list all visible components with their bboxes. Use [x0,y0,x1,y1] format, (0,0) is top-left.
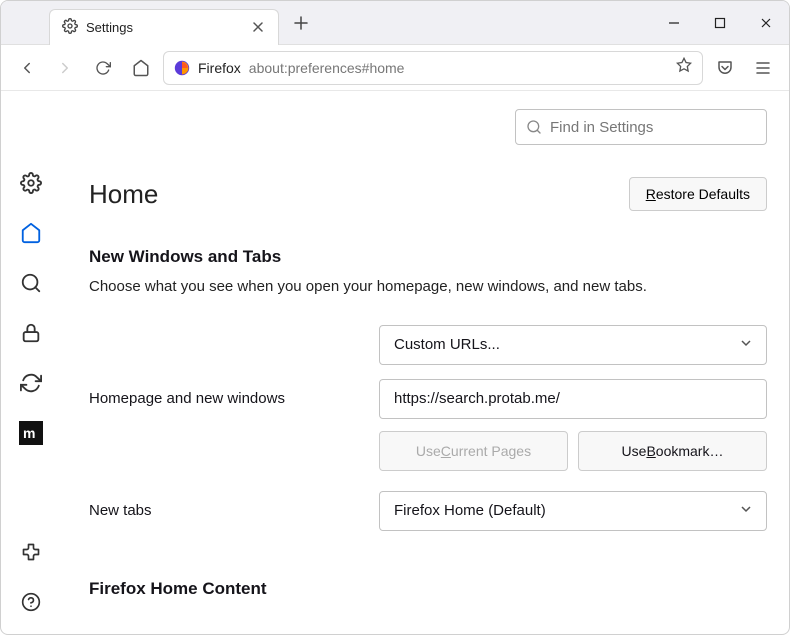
search-icon [526,119,542,135]
bookmark-star-icon[interactable] [676,57,692,78]
gear-icon [62,18,78,37]
category-sidebar: m [1,91,61,634]
homepage-mode-select[interactable]: Custom URLs... [379,325,767,365]
select-value: Custom URLs... [394,336,500,353]
back-button[interactable] [11,52,43,84]
sidebar-search[interactable] [17,269,45,297]
maximize-button[interactable] [697,1,743,45]
svg-text:m: m [23,425,35,441]
app-menu-button[interactable] [747,52,779,84]
sidebar-privacy[interactable] [17,319,45,347]
section-title: New Windows and Tabs [89,247,767,267]
home-toolbar-button[interactable] [125,52,157,84]
subsection-title: Firefox Home Content [89,579,767,599]
chevron-down-icon [740,502,752,519]
chevron-down-icon [740,336,752,353]
sidebar-help[interactable] [17,588,45,616]
tab-close-button[interactable] [250,19,266,35]
restore-defaults-button[interactable]: RRestore Defaultsestore Defaults [629,177,767,211]
sidebar-mozilla[interactable]: m [17,419,45,447]
pocket-button[interactable] [709,52,741,84]
main-content: Find in Settings Home RRestore Defaultse… [61,91,789,634]
sidebar-home[interactable] [17,219,45,247]
newtabs-label: New tabs [89,502,379,519]
homepage-label: Homepage and new windows [89,390,379,407]
browser-tab[interactable]: Settings [49,9,279,45]
window-controls [651,1,789,45]
urlbar-text: about:preferences#home [249,60,405,76]
firefox-icon [174,60,190,76]
minimize-button[interactable] [651,1,697,45]
new-tab-button[interactable] [287,9,315,37]
sidebar-sync[interactable] [17,369,45,397]
section-description: Choose what you see when you open your h… [89,277,767,297]
settings-search-input[interactable]: Find in Settings [515,109,767,145]
url-bar[interactable]: Firefox about:preferences#home [163,51,703,85]
sidebar-general[interactable] [17,169,45,197]
reload-button[interactable] [87,52,119,84]
use-current-pages-button[interactable]: Use Current PagesUse Current Pages [379,431,568,471]
page-title: Home [89,179,158,210]
urlbar-label: Firefox [198,60,241,76]
select-value: Firefox Home (Default) [394,502,546,519]
close-window-button[interactable] [743,1,789,45]
forward-button[interactable] [49,52,81,84]
nav-toolbar: Firefox about:preferences#home [1,45,789,91]
titlebar: Settings [1,1,789,45]
tab-title: Settings [86,20,133,35]
homepage-url-input[interactable] [379,379,767,419]
use-bookmark-button[interactable]: Use Bookmark…Use Bookmark… [578,431,767,471]
sidebar-extensions[interactable] [17,538,45,566]
newtabs-select[interactable]: Firefox Home (Default) [379,491,767,531]
search-placeholder: Find in Settings [550,119,653,136]
